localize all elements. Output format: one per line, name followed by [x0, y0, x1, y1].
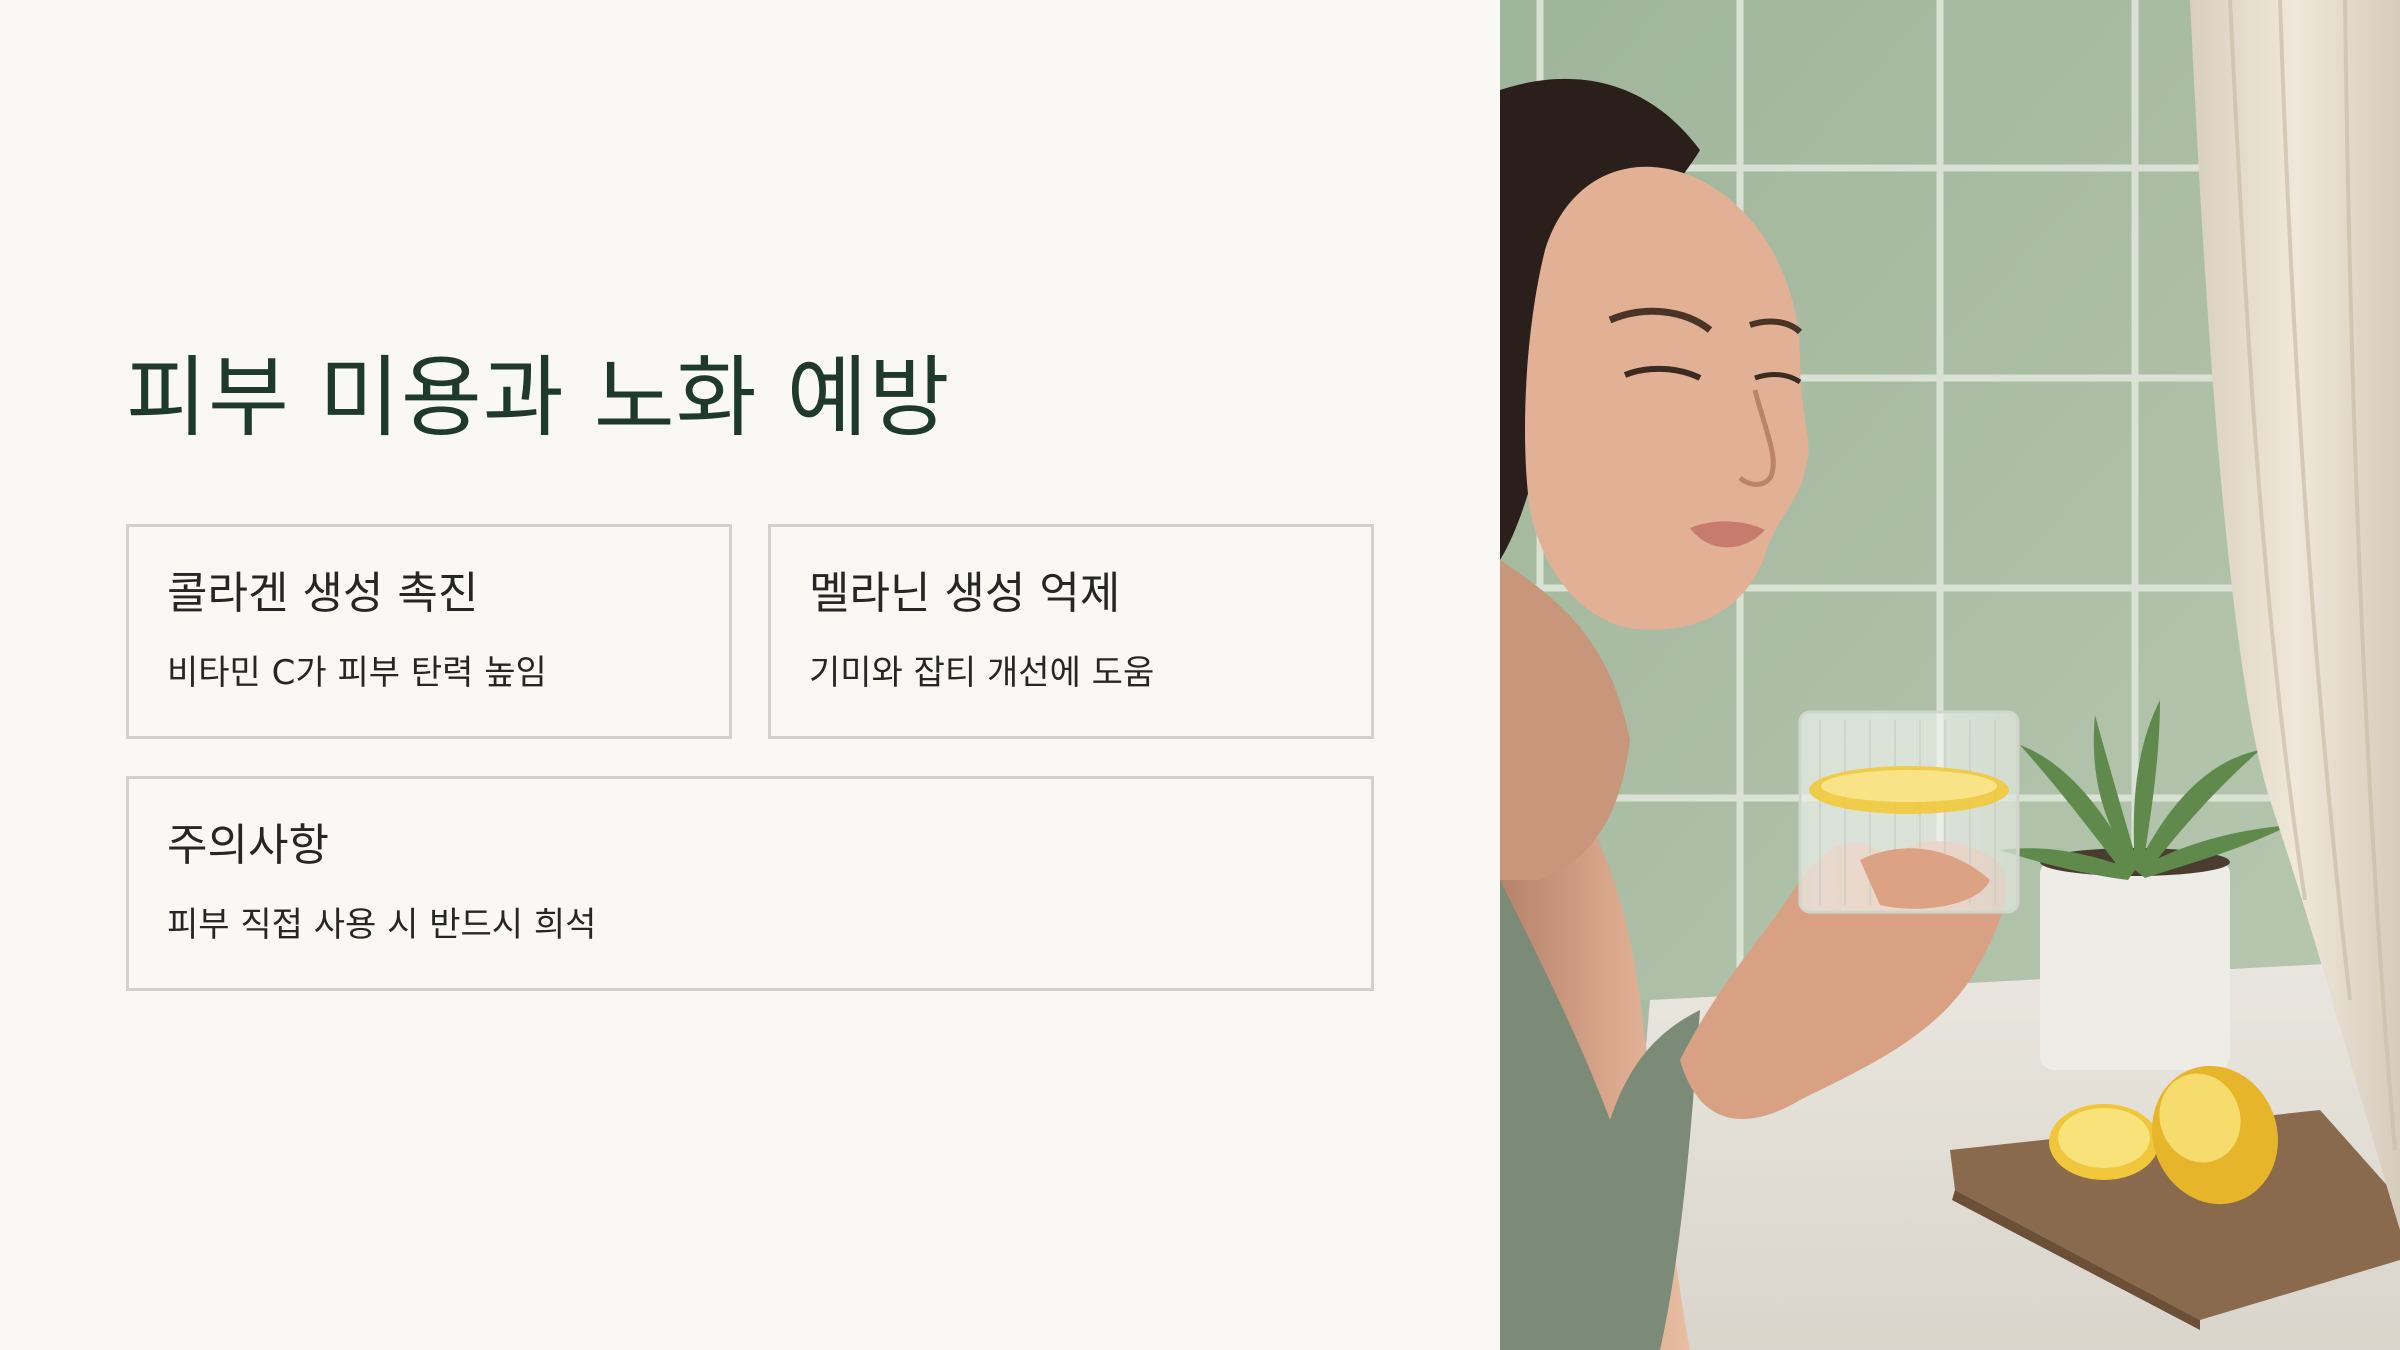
card-melanin: 멜라닌 생성 억제 기미와 잡티 개선에 도움	[768, 524, 1374, 739]
card-description: 비타민 C가 피부 탄력 높임	[167, 653, 547, 693]
card-heading: 주의사항	[167, 820, 329, 871]
slide: 피부 미용과 노화 예방 콜라겐 생성 촉진 비타민 C가 피부 탄력 높임 멜…	[0, 0, 2400, 1350]
card-collagen: 콜라겐 생성 촉진 비타민 C가 피부 탄력 높임	[126, 524, 732, 739]
photo-illustration	[1500, 0, 2400, 1350]
card-heading: 콜라겐 생성 촉진	[167, 568, 479, 619]
content-panel: 피부 미용과 노화 예방 콜라겐 생성 촉진 비타민 C가 피부 탄력 높임 멜…	[0, 0, 1500, 1350]
slide-title: 피부 미용과 노화 예방	[126, 346, 951, 449]
card-description: 피부 직접 사용 시 반드시 희석	[167, 905, 597, 945]
card-heading: 멜라닌 생성 억제	[809, 568, 1121, 619]
card-caution: 주의사항 피부 직접 사용 시 반드시 희석	[126, 776, 1374, 991]
photo-woman-lemon-water	[1500, 0, 2400, 1350]
card-description: 기미와 잡티 개선에 도움	[809, 653, 1155, 693]
